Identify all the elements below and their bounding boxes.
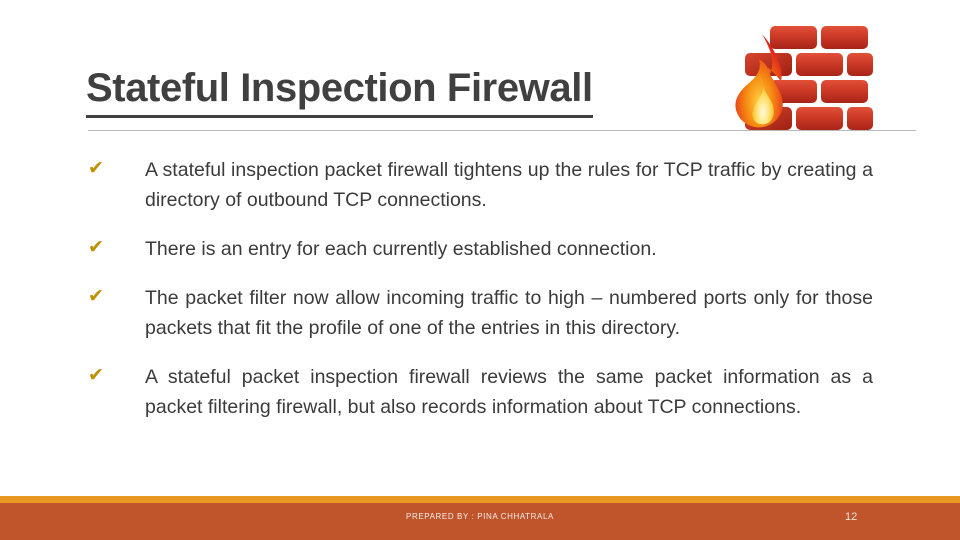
page-title: Stateful Inspection Firewall [86, 62, 593, 118]
bullet-list: ✔ A stateful inspection packet firewall … [0, 155, 960, 422]
list-item-text: The packet filter now allow incoming tra… [145, 287, 873, 339]
page-number: 12 [845, 511, 858, 523]
list-item-text: A stateful inspection packet firewall ti… [145, 159, 873, 211]
checkmark-icon: ✔ [88, 157, 104, 179]
list-item: ✔ There is an entry for each currently e… [0, 234, 960, 264]
firewall-brick-flame-icon [728, 22, 888, 134]
checkmark-icon: ✔ [88, 285, 104, 307]
checkmark-icon: ✔ [88, 364, 104, 386]
footer-accent-stripe [0, 496, 960, 503]
footer-bar [0, 503, 960, 540]
list-item: ✔ A stateful inspection packet firewall … [0, 155, 960, 215]
list-item: ✔ A stateful packet inspection firewall … [0, 362, 960, 422]
list-item: ✔ The packet filter now allow incoming t… [0, 283, 960, 343]
footer-credit-text: PREPARED BY : PINA CHHATRALA [406, 512, 554, 521]
list-item-text: There is an entry for each currently est… [145, 238, 657, 260]
slide: Stateful Inspection Firewall ✔ A statefu… [0, 0, 960, 540]
checkmark-icon: ✔ [88, 236, 104, 258]
list-item-text: A stateful packet inspection firewall re… [145, 366, 873, 418]
